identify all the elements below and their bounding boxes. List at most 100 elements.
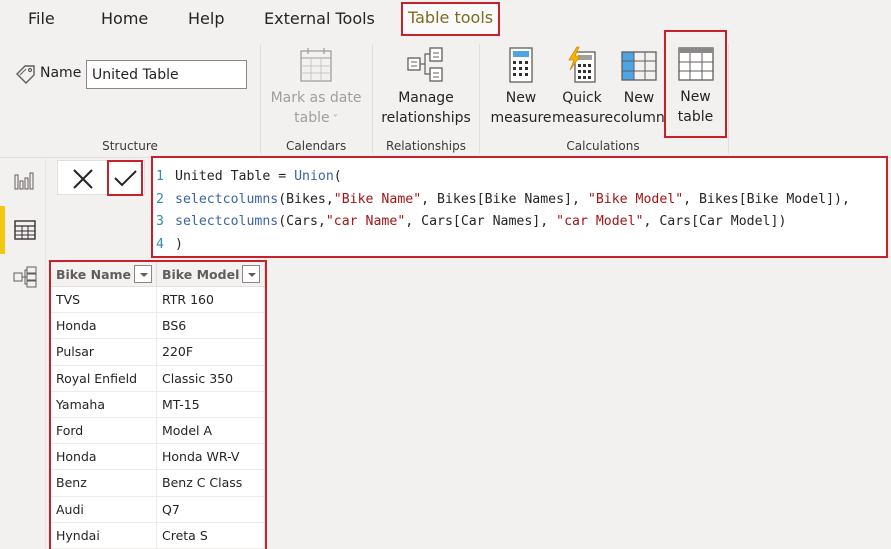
line-number: 2 [156, 191, 164, 207]
tab-table-tools[interactable]: Table tools [400, 2, 501, 36]
cell-bike-name: Benz [51, 470, 157, 496]
manage-relationships-button[interactable]: Manage relationships [380, 46, 472, 128]
code-function: Union [294, 169, 334, 184]
table-row[interactable]: Yamaha MT-15 [51, 391, 265, 418]
ribbon: Name Structure Mark as date table ˅ Cale… [0, 30, 891, 158]
cell-bike-name: Honda [51, 444, 157, 470]
chevron-down-icon: ˅ [329, 114, 338, 125]
report-view-button[interactable] [0, 158, 46, 206]
code-text: , Cars[Car Names], [405, 214, 557, 229]
new-table-icon [677, 45, 715, 83]
ribbon-separator [260, 44, 261, 154]
table-row[interactable]: Audi Q7 [51, 496, 265, 523]
code-string: "car Model" [556, 214, 644, 229]
cell-bike-model: Classic 350 [157, 365, 265, 391]
table-row[interactable]: Royal Enfield Classic 350 [51, 365, 265, 392]
new-measure-label: New [505, 90, 537, 106]
tab-home[interactable]: Home [101, 7, 148, 33]
table-row[interactable]: Honda BS6 [51, 313, 265, 340]
column-header-bike-name[interactable]: Bike Name [51, 262, 157, 286]
group-label-structure: Structure [102, 139, 158, 153]
table-header: Bike Name Bike Model [51, 262, 265, 287]
new-measure-label-2: measure [490, 110, 552, 126]
group-label-calculations: Calculations [566, 139, 640, 153]
code-line: 2 selectcolumns(Bikes,"Bike Name", Bikes[… [153, 189, 886, 212]
cancel-formula-button[interactable] [68, 164, 98, 194]
code-string: "car Name" [325, 214, 406, 229]
cell-bike-name: TVS [51, 287, 157, 313]
relationships-icon [406, 46, 446, 84]
quick-measure-label-2: measure [552, 110, 614, 126]
cell-bike-name: Audi [51, 496, 157, 522]
ribbon-separator [479, 44, 480, 154]
view-switcher [0, 158, 46, 549]
table-row[interactable]: Benz Benz C Class [51, 470, 265, 497]
tab-external-tools[interactable]: External Tools [264, 7, 375, 33]
code-function: selectcolumns [175, 191, 279, 207]
cell-bike-model: BS6 [157, 313, 265, 339]
code-string: "Bike Name" [333, 191, 422, 207]
model-view-button[interactable] [0, 254, 46, 302]
cell-bike-model: Creta S [157, 522, 265, 548]
code-text: , Bikes[Bike Names], [421, 191, 588, 207]
new-column-label-2: column [613, 110, 665, 126]
table-row[interactable]: Hyndai Creta S [51, 522, 265, 549]
cell-bike-model: RTR 160 [157, 287, 265, 313]
mark-as-date-table-button[interactable]: Mark as date table ˅ [268, 46, 364, 130]
menu-bar: File Home Help External Tools Table tool… [0, 0, 891, 38]
column-header-bike-model[interactable]: Bike Model [157, 262, 265, 286]
tab-file[interactable]: File [28, 7, 55, 33]
table-row[interactable]: Pulsar 220F [51, 339, 265, 366]
column-filter-dropdown[interactable] [242, 265, 260, 283]
mark-as-date-table-label: Mark as date [270, 90, 362, 106]
column-header-label: Bike Name [56, 267, 132, 282]
formula-controls [57, 160, 145, 196]
new-column-button[interactable]: New column [612, 46, 666, 128]
checkmark-icon [114, 170, 137, 187]
group-label-relationships: Relationships [386, 139, 466, 153]
calendar-icon [298, 46, 334, 84]
data-view-button[interactable] [0, 206, 46, 254]
table-row[interactable]: Honda Honda WR-V [51, 444, 265, 471]
commit-formula-button[interactable] [107, 160, 143, 196]
tag-icon [15, 64, 37, 88]
code-text: United Table = [175, 169, 295, 184]
quick-measure-icon [565, 46, 599, 84]
new-measure-button[interactable]: New measure [490, 46, 552, 128]
calculator-icon [506, 46, 536, 84]
manage-relationships-label-2: relationships [381, 110, 471, 126]
quick-measure-button[interactable]: Quick measure [552, 46, 614, 128]
new-table-label: New [680, 89, 711, 105]
cell-bike-name: Royal Enfield [51, 365, 157, 391]
new-column-label: New [623, 90, 655, 106]
close-icon [73, 169, 93, 189]
mark-as-date-table-label-2: table [294, 110, 330, 126]
table-name-input[interactable] [86, 60, 247, 89]
line-number: 4 [156, 236, 164, 252]
cell-bike-model: MT-15 [157, 391, 265, 417]
new-table-button[interactable]: New table [664, 30, 727, 138]
data-table: Bike Name Bike Model TVS RTR 160 Honda BS6 P… [49, 260, 267, 549]
new-table-label-2: table [677, 109, 714, 125]
code-text: (Cars, [278, 214, 326, 229]
code-line: 3 selectcolumns(Cars,"car Name", Cars[Car… [153, 211, 886, 234]
code-function: selectcolumns [175, 214, 279, 229]
table-row[interactable]: TVS RTR 160 [51, 287, 265, 314]
code-text: (Bikes, [278, 191, 334, 207]
code-line: 4) [153, 234, 886, 257]
formula-editor[interactable]: 1 United Table = Union(2 selectcolumns(Bik… [151, 156, 888, 258]
tab-help[interactable]: Help [188, 7, 224, 33]
new-column-icon [620, 46, 658, 84]
code-line: 1 United Table = Union( [153, 166, 886, 189]
cell-bike-model: Honda WR-V [157, 444, 265, 470]
cell-bike-name: Honda [51, 313, 157, 339]
column-filter-dropdown[interactable] [134, 265, 152, 283]
code-text: ( [333, 169, 342, 184]
line-number: 3 [156, 214, 164, 229]
ribbon-separator [728, 44, 729, 154]
code-text: , Cars[Car Model]) [643, 214, 787, 229]
name-label: Name [40, 65, 82, 81]
group-label-calendars: Calendars [286, 139, 347, 153]
code-string: "Bike Model" [587, 191, 684, 207]
table-row[interactable]: Ford Model A [51, 417, 265, 445]
